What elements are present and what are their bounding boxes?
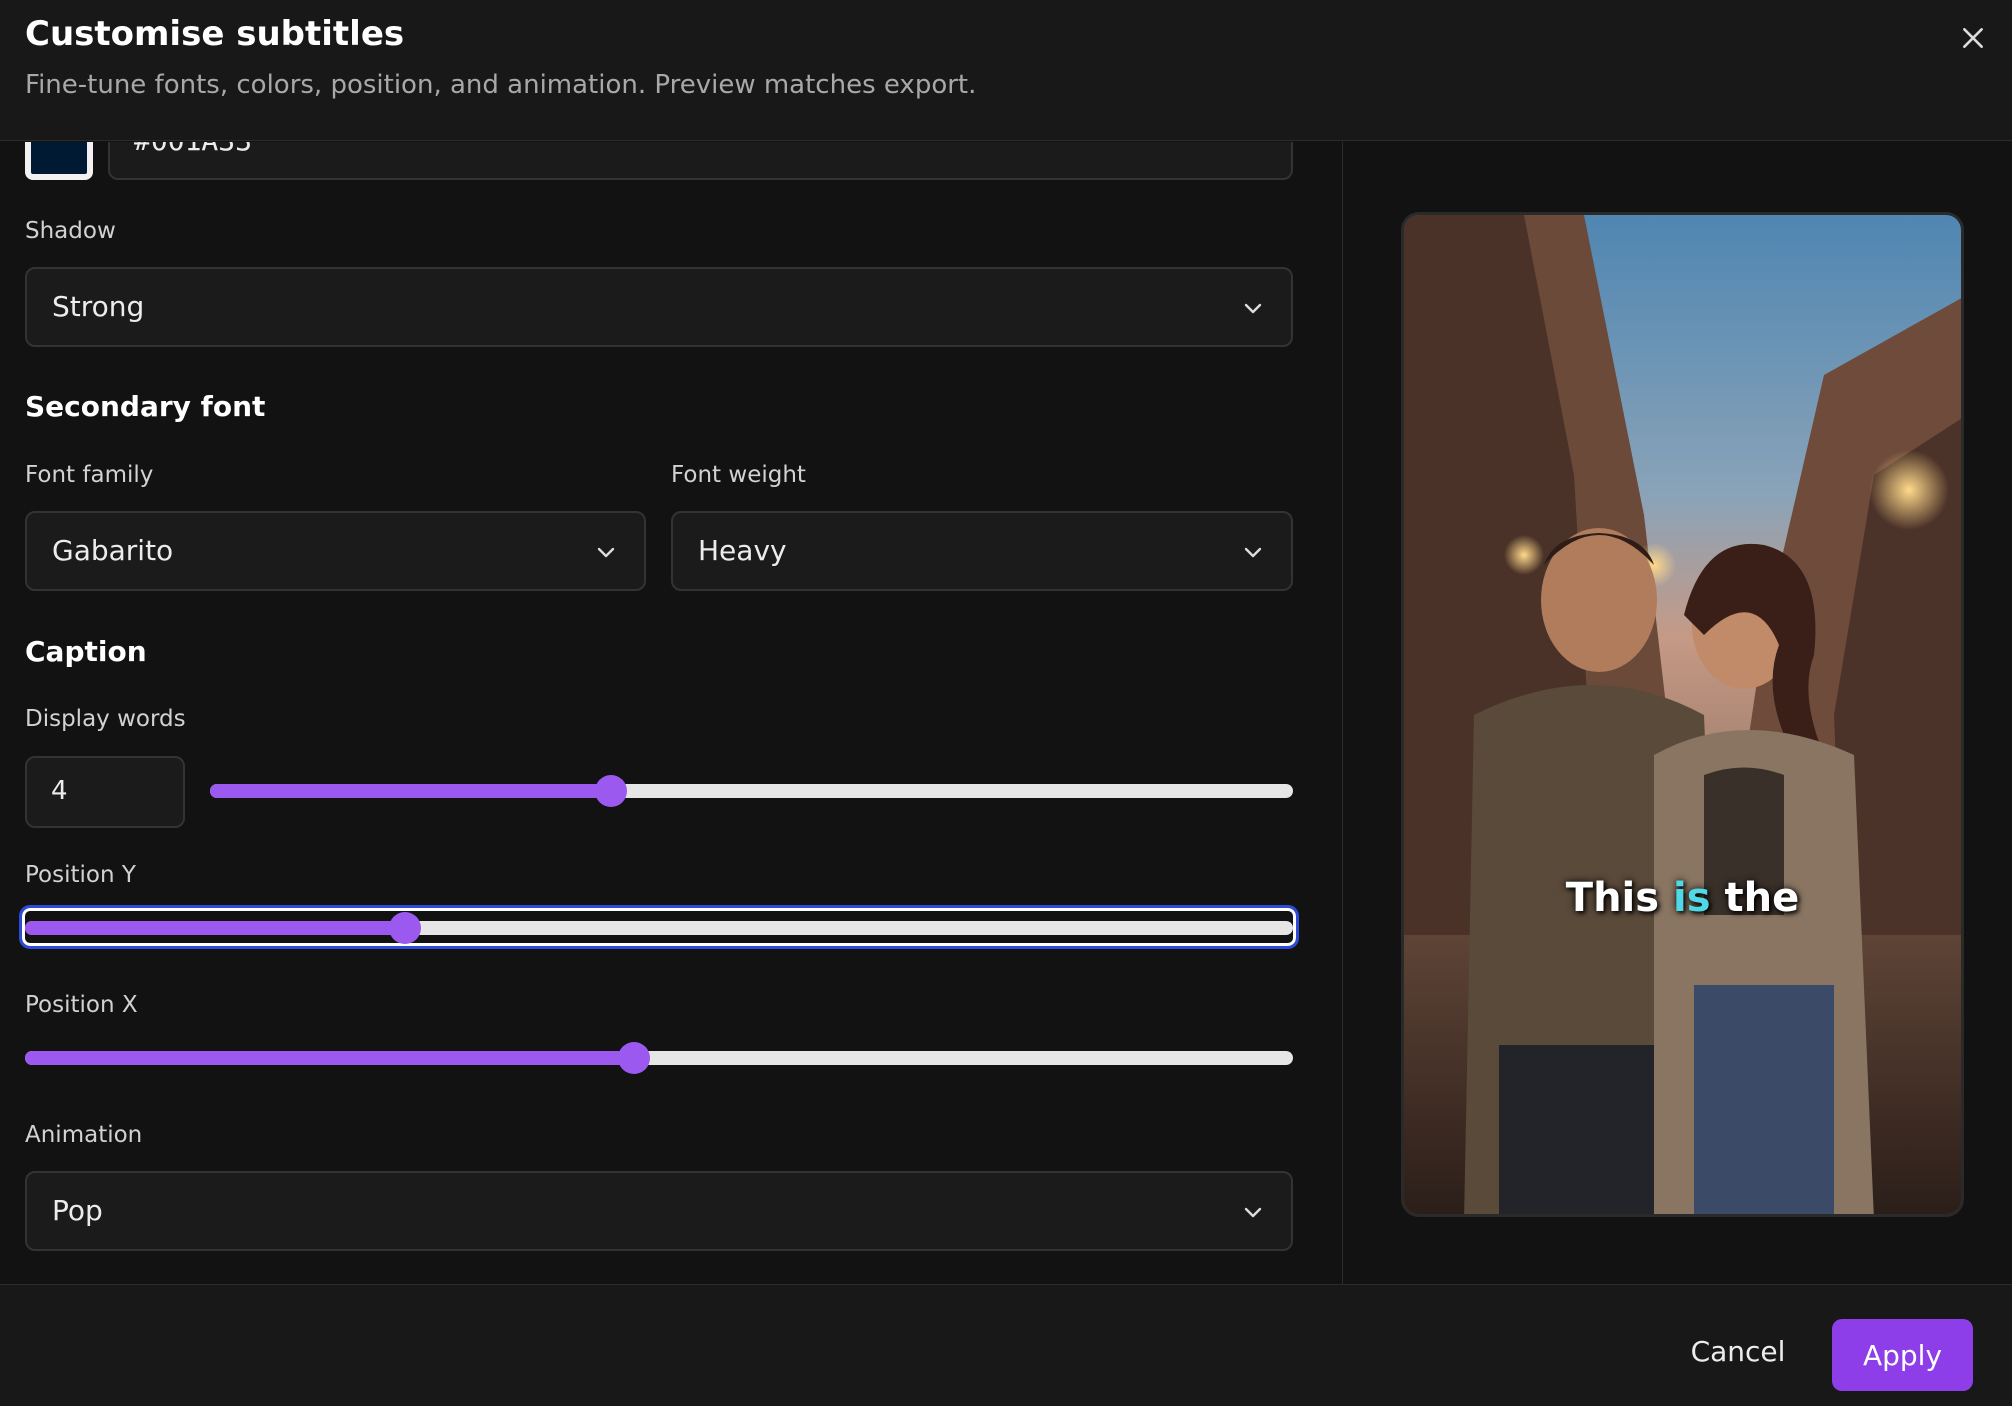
chevron-down-icon	[597, 547, 615, 558]
display-words-slider-fill	[210, 784, 611, 798]
position-x-slider-fill	[25, 1051, 634, 1065]
chevron-down-icon	[1244, 303, 1262, 314]
color-hex-input[interactable]: #001A33	[108, 142, 1293, 180]
animation-select[interactable]: Pop	[25, 1171, 1293, 1251]
display-words-slider[interactable]	[210, 775, 1293, 807]
display-words-input[interactable]: 4	[25, 756, 185, 828]
position-x-label: Position X	[25, 992, 138, 1018]
cancel-button[interactable]: Cancel	[1668, 1321, 1808, 1381]
position-y-slider[interactable]	[25, 912, 1293, 944]
video-preview: This is the	[1401, 212, 1964, 1217]
position-x-slider[interactable]	[25, 1042, 1293, 1074]
close-button[interactable]	[1953, 18, 1993, 58]
preview-panel: This is the	[1342, 142, 2012, 1284]
position-x-slider-thumb[interactable]	[617, 1042, 650, 1074]
dialog-title: Customise subtitles	[25, 14, 405, 54]
font-weight-select[interactable]: Heavy	[671, 511, 1293, 591]
display-words-label: Display words	[25, 706, 186, 732]
font-weight-label: Font weight	[671, 462, 806, 488]
animation-value: Pop	[52, 1194, 103, 1227]
dialog-header: Customise subtitles Fine-tune fonts, col…	[0, 0, 2012, 141]
font-family-select[interactable]: Gabarito	[25, 511, 646, 591]
caption-word: This	[1565, 875, 1660, 921]
position-y-slider-fill	[25, 921, 406, 935]
caption-word-highlight: is	[1673, 875, 1711, 921]
caption-word: the	[1724, 875, 1800, 921]
couple-walking-street-photo	[1404, 215, 1961, 1214]
caption-preview-text: This is the	[1404, 875, 1961, 921]
dialog-footer: Cancel Apply	[0, 1284, 2012, 1406]
settings-panel[interactable]: #001A33 Shadow Strong Secondary font Fon…	[0, 142, 1342, 1284]
shadow-label: Shadow	[25, 218, 116, 244]
shadow-value: Strong	[52, 290, 145, 323]
color-swatch[interactable]	[25, 142, 93, 180]
caption-heading: Caption	[25, 635, 147, 668]
dialog-subtitle: Fine-tune fonts, colors, position, and a…	[25, 70, 977, 100]
position-y-label: Position Y	[25, 862, 136, 888]
font-family-value: Gabarito	[52, 534, 174, 567]
chevron-down-icon	[1244, 1207, 1262, 1218]
animation-label: Animation	[25, 1122, 143, 1148]
secondary-font-heading: Secondary font	[25, 390, 266, 423]
font-family-label: Font family	[25, 462, 154, 488]
font-weight-value: Heavy	[698, 534, 787, 567]
display-words-slider-thumb[interactable]	[594, 775, 627, 807]
close-icon	[1963, 28, 1983, 48]
apply-button[interactable]: Apply	[1832, 1319, 1973, 1391]
chevron-down-icon	[1244, 547, 1262, 558]
shadow-select[interactable]: Strong	[25, 267, 1293, 347]
